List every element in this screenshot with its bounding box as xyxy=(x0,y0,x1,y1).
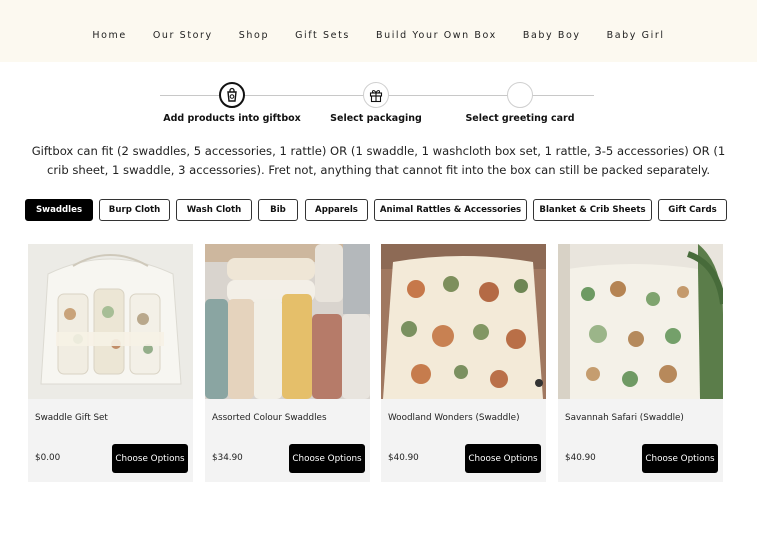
product-card[interactable]: Savannah Safari (Swaddle) $40.90 Choose … xyxy=(558,244,723,482)
filter-wash-cloth[interactable]: Wash Cloth xyxy=(176,199,252,221)
product-name[interactable]: Assorted Colour Swaddles xyxy=(212,413,327,423)
product-image[interactable] xyxy=(28,244,193,399)
filter-animal-rattles-accessories[interactable]: Animal Rattles & Accessories xyxy=(374,199,527,221)
product-price: $40.90 xyxy=(565,453,596,463)
giftbox-steps: Add products into giftbox Select packagi… xyxy=(160,80,594,126)
product-price: $34.90 xyxy=(212,453,243,463)
step-select-greeting-card[interactable]: Select greeting card xyxy=(450,80,590,124)
filter-bib[interactable]: Bib xyxy=(258,199,298,221)
choose-options-button[interactable]: Choose Options xyxy=(112,444,188,473)
filter-apparels[interactable]: Apparels xyxy=(305,199,368,221)
step-label: Add products into giftbox xyxy=(163,113,301,124)
top-navigation: Home Our Story Shop Gift Sets Build Your… xyxy=(0,0,757,62)
filter-burp-cloth[interactable]: Burp Cloth xyxy=(99,199,170,221)
nav-link-baby-girl[interactable]: Baby Girl xyxy=(594,30,678,41)
product-name[interactable]: Swaddle Gift Set xyxy=(35,413,108,423)
step-add-products[interactable]: Add products into giftbox xyxy=(162,80,302,124)
product-name[interactable]: Woodland Wonders (Swaddle) xyxy=(388,413,520,423)
nav-links: Home Our Story Shop Gift Sets Build Your… xyxy=(0,30,757,41)
empty-circle-icon xyxy=(507,82,533,108)
product-card[interactable]: Swaddle Gift Set $0.00 Choose Options xyxy=(28,244,193,482)
product-name[interactable]: Savannah Safari (Swaddle) xyxy=(565,413,684,423)
product-bag-icon xyxy=(219,82,245,108)
nav-link-gift-sets[interactable]: Gift Sets xyxy=(282,30,363,41)
choose-options-button[interactable]: Choose Options xyxy=(642,444,718,473)
product-card[interactable]: Assorted Colour Swaddles $34.90 Choose O… xyxy=(205,244,370,482)
product-image[interactable] xyxy=(381,244,546,399)
choose-options-button[interactable]: Choose Options xyxy=(465,444,541,473)
step-label: Select packaging xyxy=(330,113,422,124)
product-price: $0.00 xyxy=(35,453,61,463)
product-card[interactable]: Woodland Wonders (Swaddle) $40.90 Choose… xyxy=(381,244,546,482)
filter-swaddles[interactable]: Swaddles xyxy=(25,199,93,221)
product-image[interactable] xyxy=(205,244,370,399)
nav-link-our-story[interactable]: Our Story xyxy=(140,30,226,41)
giftbox-capacity-description: Giftbox can fit (2 swaddles, 5 accessori… xyxy=(31,144,726,177)
product-image[interactable] xyxy=(558,244,723,399)
choose-options-button[interactable]: Choose Options xyxy=(289,444,365,473)
gift-box-icon xyxy=(363,82,389,108)
nav-link-home[interactable]: Home xyxy=(79,30,139,41)
step-select-packaging[interactable]: Select packaging xyxy=(306,80,446,124)
nav-link-shop[interactable]: Shop xyxy=(226,30,282,41)
filter-gift-cards[interactable]: Gift Cards xyxy=(658,199,727,221)
product-price: $40.90 xyxy=(388,453,419,463)
step-label: Select greeting card xyxy=(465,113,575,124)
nav-link-build-your-own-box[interactable]: Build Your Own Box xyxy=(363,30,510,41)
nav-link-baby-boy[interactable]: Baby Boy xyxy=(510,30,594,41)
filter-blanket-crib-sheets[interactable]: Blanket & Crib Sheets xyxy=(533,199,652,221)
